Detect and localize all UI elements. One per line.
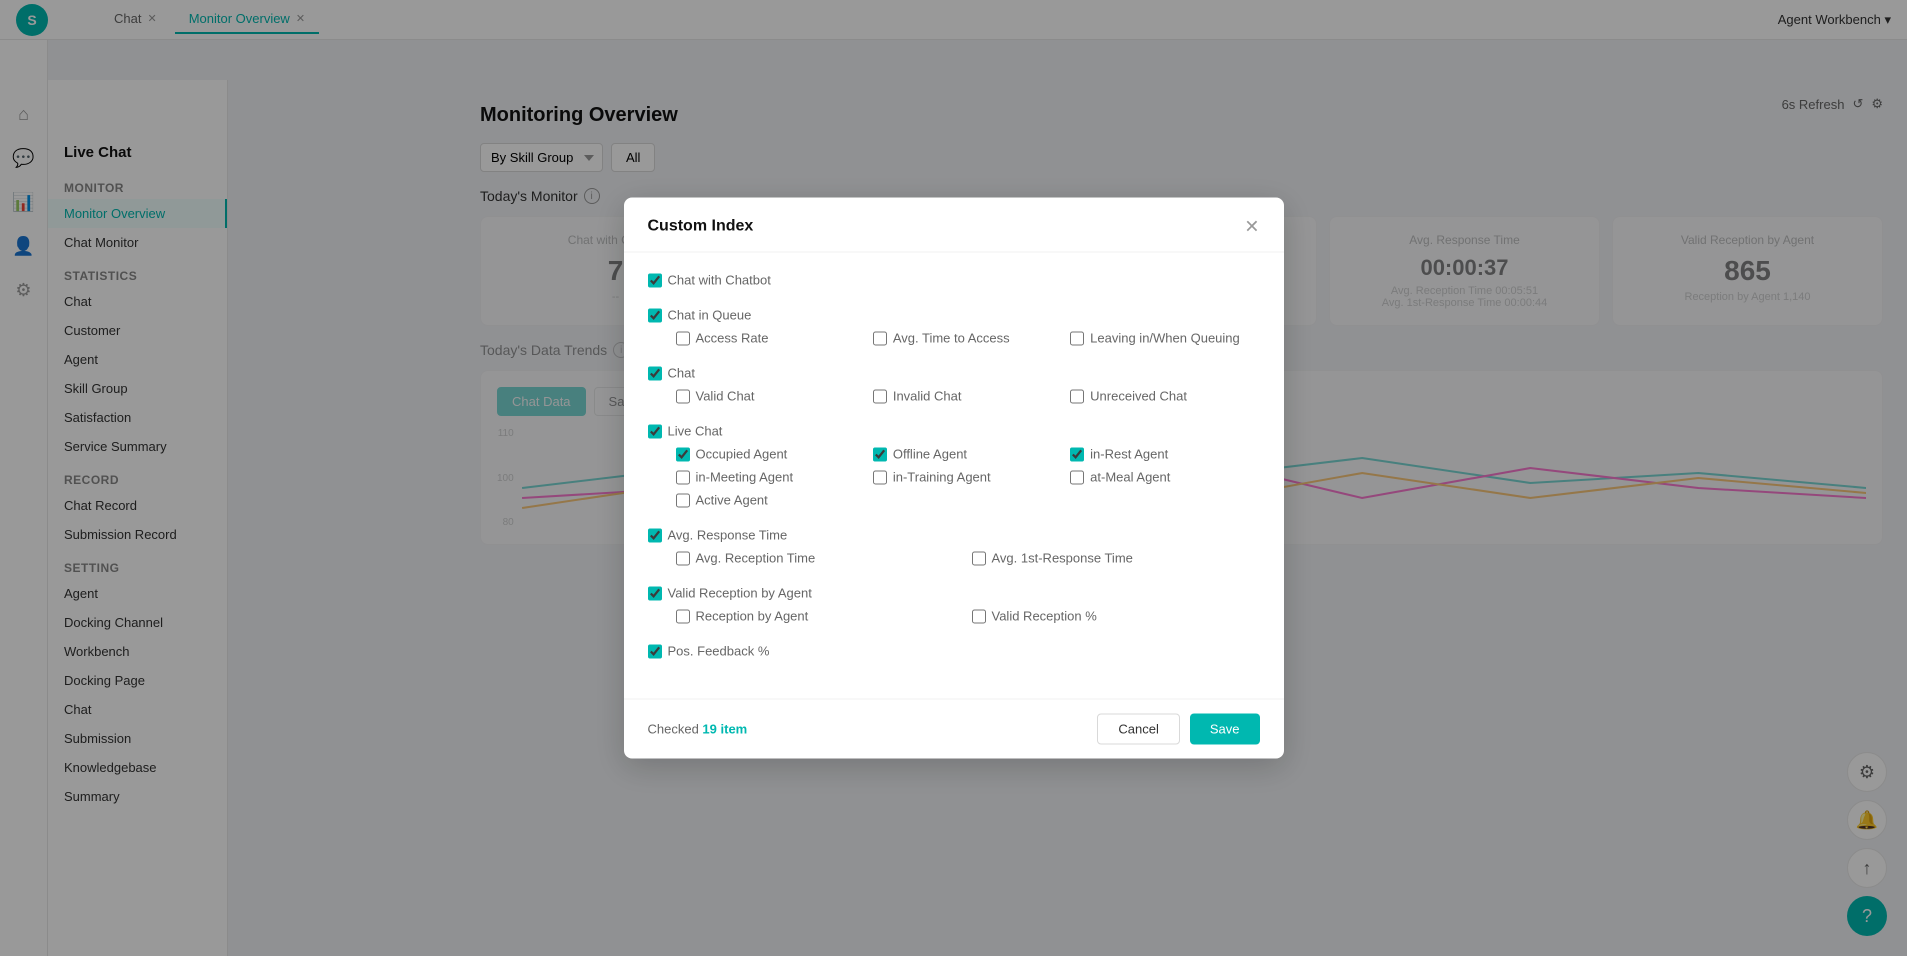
checked-count-label: Checked 19 item: [648, 722, 748, 737]
checkbox-in-rest-agent[interactable]: in-Rest Agent: [1070, 447, 1259, 462]
checkbox-at-meal-agent-input[interactable]: [1070, 470, 1084, 484]
checkbox-at-meal-agent[interactable]: at-Meal Agent: [1070, 470, 1259, 485]
checkbox-access-rate-input[interactable]: [676, 331, 690, 345]
checkbox-invalid-chat[interactable]: Invalid Chat: [873, 389, 1062, 404]
checkbox-chat-input[interactable]: [648, 366, 662, 380]
checkbox-valid-reception-pct-input[interactable]: [972, 609, 986, 623]
group-avg-response: Avg. Response Time Avg. Reception Time A…: [648, 528, 1260, 566]
checkbox-leaving-queuing[interactable]: Leaving in/When Queuing: [1070, 331, 1259, 346]
checkbox-live-chat-input[interactable]: [648, 424, 662, 438]
checkbox-in-meeting-agent[interactable]: in-Meeting Agent: [676, 470, 865, 485]
modal-body: Chat with Chatbot Chat in Queue Access R…: [624, 253, 1284, 699]
group-header-pos-feedback: Pos. Feedback %: [648, 644, 1260, 659]
modal-actions: Cancel Save: [1097, 714, 1259, 745]
checkbox-offline-agent[interactable]: Offline Agent: [873, 447, 1062, 462]
checkbox-avg-reception-time[interactable]: Avg. Reception Time: [676, 551, 964, 566]
checkbox-unreceived-chat-input[interactable]: [1070, 389, 1084, 403]
avg-response-children: Avg. Reception Time Avg. 1st-Response Ti…: [648, 551, 1260, 566]
chat-children: Valid Chat Invalid Chat Unreceived Chat: [648, 389, 1260, 404]
checkbox-avg-response[interactable]: Avg. Response Time: [648, 528, 788, 543]
checkbox-chatbot[interactable]: Chat with Chatbot: [648, 273, 771, 288]
custom-index-modal: Custom Index ✕ Chat with Chatbot Chat in…: [624, 198, 1284, 759]
modal-header: Custom Index ✕: [624, 198, 1284, 253]
checkbox-avg-reception-time-input[interactable]: [676, 551, 690, 565]
group-chat-in-queue: Chat in Queue Access Rate Avg. Time to A…: [648, 308, 1260, 346]
checkbox-active-agent-input[interactable]: [676, 493, 690, 507]
checkbox-occupied-agent-input[interactable]: [676, 447, 690, 461]
group-header-queue: Chat in Queue: [648, 308, 1260, 323]
group-live-chat: Live Chat Occupied Agent Offline Agent i…: [648, 424, 1260, 508]
checkbox-active-agent[interactable]: Active Agent: [676, 493, 865, 508]
checkbox-valid-chat-input[interactable]: [676, 389, 690, 403]
checkbox-leaving-queuing-input[interactable]: [1070, 331, 1084, 345]
live-chat-children: Occupied Agent Offline Agent in-Rest Age…: [648, 447, 1260, 508]
group-valid-reception: Valid Reception by Agent Reception by Ag…: [648, 586, 1260, 624]
checkbox-access-rate[interactable]: Access Rate: [676, 331, 865, 346]
checkbox-avg-1st-response-input[interactable]: [972, 551, 986, 565]
checkbox-avg-time-access[interactable]: Avg. Time to Access: [873, 331, 1062, 346]
group-header-valid-reception: Valid Reception by Agent: [648, 586, 1260, 601]
group-header-chat: Chat: [648, 366, 1260, 381]
save-button[interactable]: Save: [1190, 714, 1260, 745]
group-chat-with-chatbot: Chat with Chatbot: [648, 273, 1260, 288]
modal-title: Custom Index: [648, 218, 754, 236]
checkbox-unreceived-chat[interactable]: Unreceived Chat: [1070, 389, 1259, 404]
checkbox-pos-feedback[interactable]: Pos. Feedback %: [648, 644, 770, 659]
checkbox-occupied-agent[interactable]: Occupied Agent: [676, 447, 865, 462]
group-header-chatbot: Chat with Chatbot: [648, 273, 1260, 288]
checkbox-live-chat[interactable]: Live Chat: [648, 424, 723, 439]
group-pos-feedback: Pos. Feedback %: [648, 644, 1260, 659]
checkbox-pos-feedback-input[interactable]: [648, 644, 662, 658]
group-chat: Chat Valid Chat Invalid Chat Unreceived …: [648, 366, 1260, 404]
checkbox-reception-by-agent-input[interactable]: [676, 609, 690, 623]
checkbox-chatbot-input[interactable]: [648, 273, 662, 287]
checkbox-valid-reception-input[interactable]: [648, 586, 662, 600]
checkbox-in-training-agent-input[interactable]: [873, 470, 887, 484]
group-header-avg-response: Avg. Response Time: [648, 528, 1260, 543]
checkbox-invalid-chat-input[interactable]: [873, 389, 887, 403]
checkbox-chat[interactable]: Chat: [648, 366, 695, 381]
checkbox-in-meeting-agent-input[interactable]: [676, 470, 690, 484]
checkbox-valid-reception[interactable]: Valid Reception by Agent: [648, 586, 812, 601]
checkbox-reception-by-agent[interactable]: Reception by Agent: [676, 609, 964, 624]
checkbox-avg-time-access-input[interactable]: [873, 331, 887, 345]
checkbox-avg-response-input[interactable]: [648, 528, 662, 542]
checkbox-valid-chat[interactable]: Valid Chat: [676, 389, 865, 404]
queue-children: Access Rate Avg. Time to Access Leaving …: [648, 331, 1260, 346]
checkbox-offline-agent-input[interactable]: [873, 447, 887, 461]
cancel-button[interactable]: Cancel: [1097, 714, 1179, 745]
checkbox-queue[interactable]: Chat in Queue: [648, 308, 752, 323]
modal-footer: Checked 19 item Cancel Save: [624, 699, 1284, 759]
checkbox-in-rest-agent-input[interactable]: [1070, 447, 1084, 461]
checkbox-avg-1st-response[interactable]: Avg. 1st-Response Time: [972, 551, 1260, 566]
group-header-live-chat: Live Chat: [648, 424, 1260, 439]
valid-reception-children: Reception by Agent Valid Reception %: [648, 609, 1260, 624]
checkbox-valid-reception-pct[interactable]: Valid Reception %: [972, 609, 1260, 624]
checkbox-queue-input[interactable]: [648, 308, 662, 322]
modal-close-button[interactable]: ✕: [1244, 218, 1259, 236]
checkbox-in-training-agent[interactable]: in-Training Agent: [873, 470, 1062, 485]
